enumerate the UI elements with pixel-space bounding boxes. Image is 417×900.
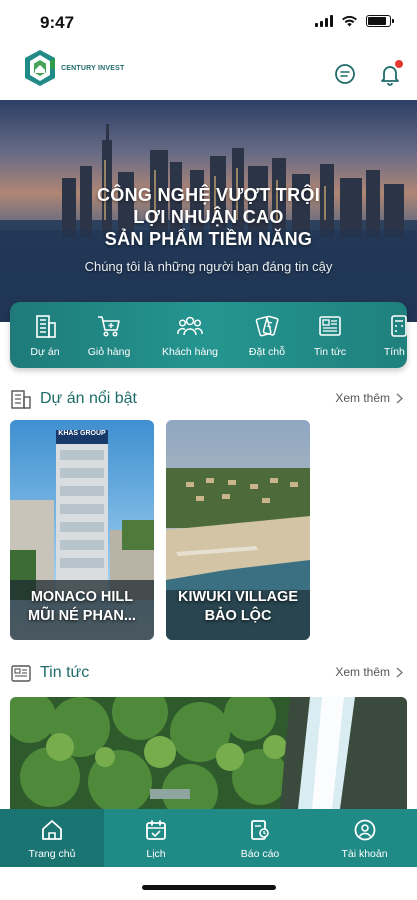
- chat-bubble-icon[interactable]: [333, 62, 357, 86]
- cellular-signal-icon: [315, 15, 333, 27]
- nav-item-report[interactable]: Báo cáo: [208, 809, 312, 867]
- newspaper-icon: [319, 316, 341, 336]
- featured-projects-header: Dự án nổi bật Xem thêm: [10, 387, 407, 411]
- account-icon: [354, 819, 375, 841]
- building-icon: [36, 315, 56, 338]
- app-header: CENTURY INVEST: [0, 44, 417, 100]
- battery-icon: [366, 15, 394, 27]
- nav-label: Lịch: [146, 848, 166, 860]
- notification-button[interactable]: [378, 60, 403, 86]
- status-bar: 9:47: [0, 0, 417, 44]
- hero-headline-line: SẢN PHẨM TIỀM NĂNG: [104, 229, 313, 249]
- newspaper-icon: [11, 665, 31, 682]
- see-more-label: Xem thêm: [335, 665, 390, 679]
- home-icon: [42, 820, 62, 840]
- news-card[interactable]: [10, 697, 407, 809]
- featured-projects-title: Dự án nổi bật: [40, 390, 137, 407]
- wifi-icon: [342, 15, 357, 27]
- chevron-right-icon: [396, 666, 403, 678]
- project-card-name-line: BẢO LỘC: [204, 608, 272, 624]
- hero-subtitle: Chúng tôi là những người bạn đáng tin cậ…: [84, 259, 333, 274]
- project-card-name: KIWUKI VILLAGE BẢO LỘC: [166, 588, 310, 626]
- cart-icon: [98, 316, 120, 337]
- nav-item-calendar[interactable]: Lịch: [104, 809, 208, 867]
- quick-menu-label: Dự án: [30, 346, 60, 358]
- quick-menu-label: Tin tức: [313, 346, 347, 358]
- project-card-name: MONACO HILL MŨI NÉ PHAN...: [10, 588, 154, 626]
- status-time: 9:47: [40, 13, 75, 32]
- century-invest-logo[interactable]: CENTURY INVEST: [22, 48, 124, 88]
- tickets-icon: [255, 315, 279, 337]
- calculator-icon: [391, 315, 407, 337]
- quick-menu-label: Tính l: [383, 346, 407, 358]
- see-more-label: Xem thêm: [335, 391, 390, 405]
- project-card[interactable]: KIWUKI VILLAGE BẢO LỘC: [166, 420, 310, 640]
- quick-menu-item-projects[interactable]: Dự án: [10, 302, 80, 368]
- nav-label: Báo cáo: [240, 848, 280, 860]
- featured-projects-see-more[interactable]: Xem thêm: [335, 391, 403, 405]
- battery-level: [368, 17, 386, 25]
- home-indicator-area: [0, 867, 417, 900]
- chevron-right-icon: [396, 392, 403, 404]
- quick-menu-item-news[interactable]: Tin tức: [295, 302, 365, 368]
- project-card[interactable]: KHAS GROUP MONACO HILL MŨI NÉ PHAN...: [10, 420, 154, 640]
- quick-menu-item-customers[interactable]: Khách hàng: [155, 302, 225, 368]
- hero-headline-line: CÔNG NGHỆ VƯỢT TRỘI: [97, 185, 320, 205]
- waterfall-forest-image: [10, 697, 407, 809]
- calendar-icon: [146, 820, 166, 840]
- report-icon: [251, 820, 269, 840]
- status-icons: [315, 15, 394, 27]
- quick-menu-item-booking[interactable]: Đặt chỗ: [232, 302, 302, 368]
- nav-label: Trang chủ: [28, 848, 76, 860]
- news-header: Tin tức Xem thêm: [10, 661, 407, 685]
- project-card-name-line: MONACO HILL: [30, 589, 134, 605]
- project-card-name-line: KIWUKI VILLAGE: [177, 589, 299, 605]
- news-title: Tin tức: [40, 664, 90, 681]
- bottom-navigation: Trang chủ Lịch Báo cáo Tài khoản: [0, 809, 417, 867]
- building-sign: KHAS GROUP: [58, 430, 106, 437]
- building-list-icon: [11, 390, 31, 409]
- users-icon: [177, 316, 203, 336]
- nav-item-account[interactable]: Tài khoản: [312, 809, 417, 867]
- hero-headline: CÔNG NGHỆ VƯỢT TRỘI LỢI NHUẬN CAO SẢN PH…: [0, 184, 417, 274]
- notification-badge: [395, 60, 403, 68]
- quick-menu-item-cart[interactable]: Giỏ hàng: [74, 302, 144, 368]
- project-card-name-line: MŨI NÉ PHAN...: [28, 608, 136, 624]
- nav-label: Tài khoản: [341, 848, 388, 860]
- quick-menu-label: Giỏ hàng: [87, 346, 131, 358]
- hero-headline-line: LỢI NHUẬN CAO: [133, 207, 284, 227]
- home-indicator[interactable]: [142, 885, 276, 890]
- quick-menu: Dự án Giỏ hàng Khách hàng Đặt chỗ Tin tứ…: [10, 302, 407, 368]
- logo-text: CENTURY INVEST: [61, 64, 125, 72]
- hero-banner[interactable]: CÔNG NGHỆ VƯỢT TRỘI LỢI NHUẬN CAO SẢN PH…: [0, 100, 417, 322]
- quick-menu-label: Đặt chỗ: [248, 346, 286, 358]
- nav-item-home[interactable]: Trang chủ: [0, 809, 104, 867]
- logo-mark-icon: [25, 50, 55, 86]
- quick-menu-label: Khách hàng: [161, 346, 219, 358]
- quick-menu-item-calculator[interactable]: Tính l: [362, 302, 407, 368]
- news-see-more[interactable]: Xem thêm: [335, 665, 403, 679]
